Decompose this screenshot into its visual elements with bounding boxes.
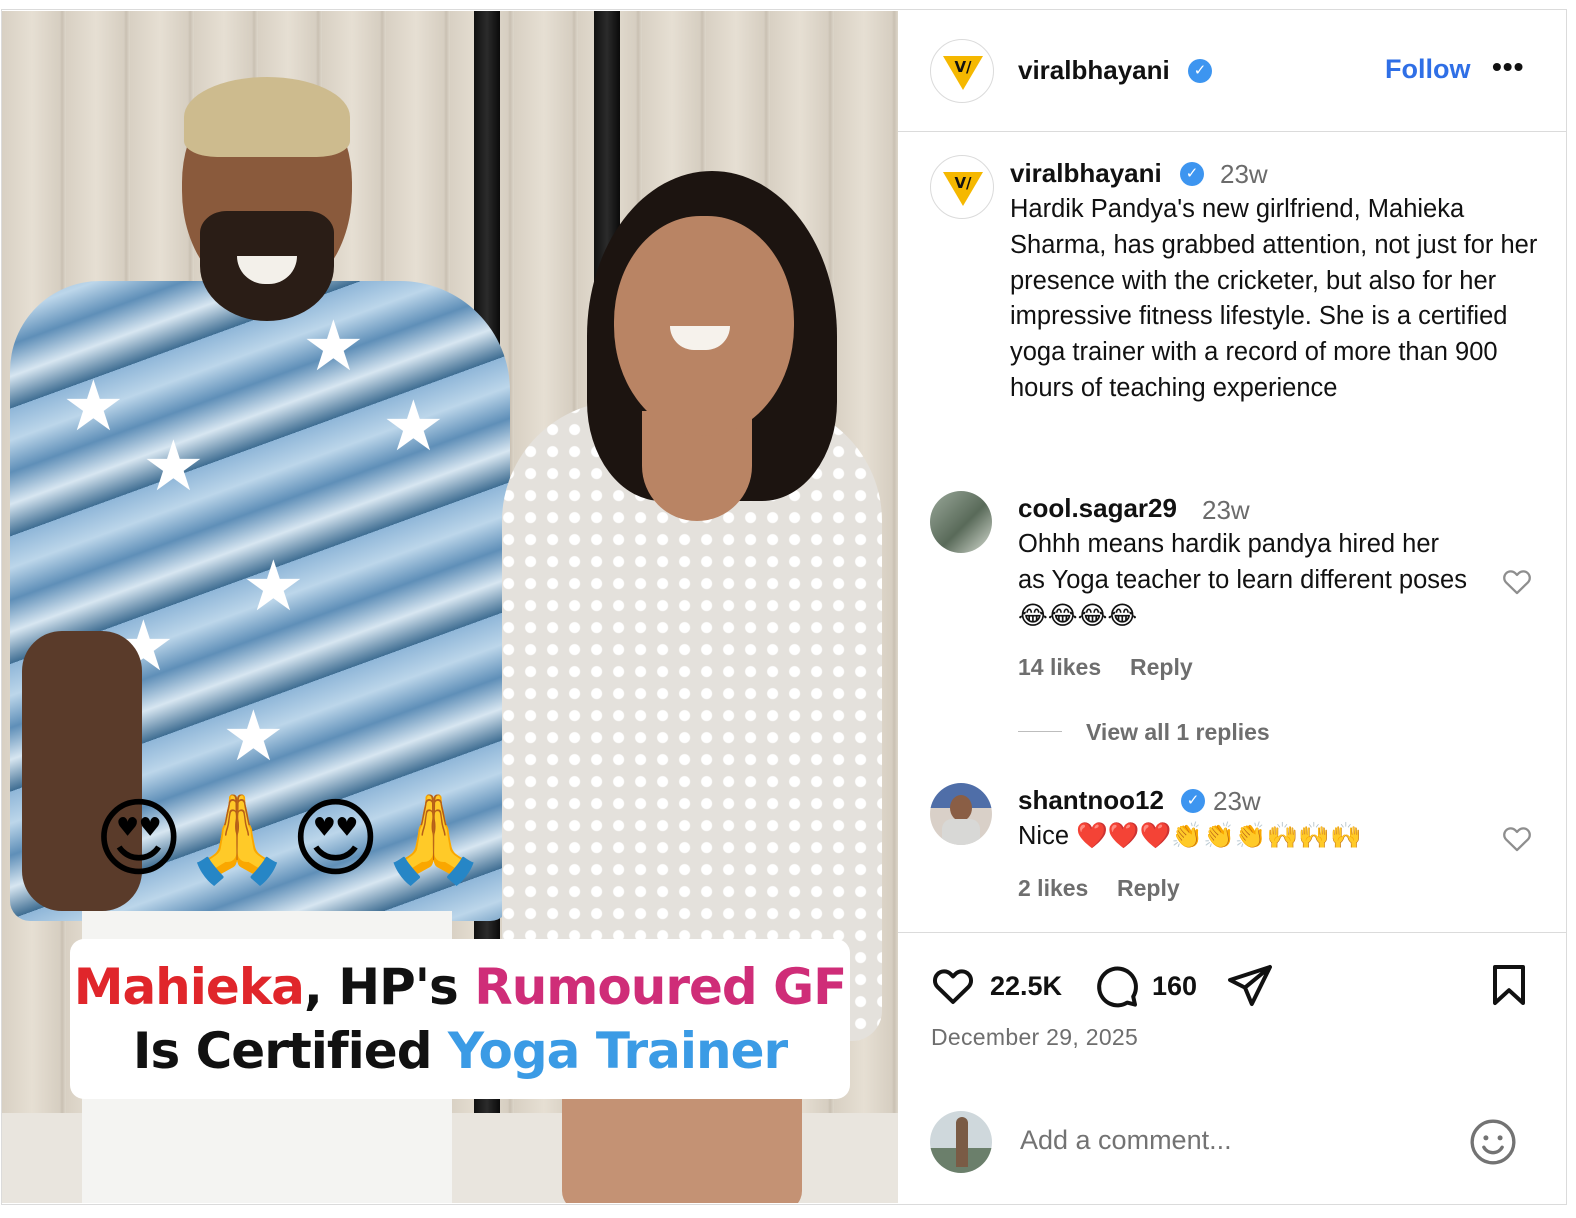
verified-badge-icon: ✓: [1188, 59, 1212, 83]
comment-likes[interactable]: 2 likes: [1018, 875, 1088, 902]
post-header: V/ viralbhayani ✓ Follow •••: [898, 11, 1566, 132]
commenter-avatar[interactable]: [930, 783, 992, 845]
shirt-star: ★: [142, 427, 205, 505]
avatar-body: [942, 819, 980, 845]
post-date[interactable]: December 29, 2025: [931, 1024, 1138, 1051]
caption-word: Rumoured GF: [474, 958, 847, 1016]
shirt-star: ★: [222, 697, 285, 775]
image-caption-line-2: Is Certified Yoga Trainer: [70, 1019, 850, 1083]
caption-word: Is Certified: [132, 1022, 448, 1080]
logo-text: V/: [954, 58, 972, 76]
overlay-emojis: 😍🙏😍🙏: [94, 791, 488, 887]
verified-badge-icon: ✓: [1181, 789, 1205, 813]
header-username[interactable]: viralbhayani: [1018, 55, 1170, 86]
comment-time[interactable]: 23w: [1202, 495, 1250, 526]
caption-author-avatar[interactable]: V/: [930, 155, 994, 219]
post-image[interactable]: ★ ★ ★ ★ ★ ★ ★ 😍🙏😍🙏 Mahieka, HP's Rumoure…: [2, 11, 898, 1203]
post-sidebar: V/ viralbhayani ✓ Follow ••• V/ viralbha…: [898, 11, 1566, 1203]
comment-like-heart-icon[interactable]: [1500, 821, 1534, 855]
shirt-star: ★: [242, 547, 305, 625]
caption-word: , HP's: [303, 958, 475, 1016]
verified-badge-icon: ✓: [1180, 162, 1204, 186]
caption-word: Yoga Trainer: [447, 1022, 788, 1080]
add-comment-input[interactable]: [1020, 1125, 1440, 1156]
emoji-icon[interactable]: [1468, 1117, 1518, 1167]
avatar-tower: [956, 1117, 968, 1167]
comment-username[interactable]: cool.sagar29: [1018, 493, 1177, 524]
reply-button[interactable]: Reply: [1117, 875, 1180, 902]
image-caption-box: Mahieka, HP's Rumoured GF Is Certified Y…: [70, 939, 850, 1099]
commenter-avatar[interactable]: [930, 491, 992, 553]
action-bar-divider: [898, 932, 1566, 933]
likes-count[interactable]: 22.5K: [990, 971, 1062, 1002]
comment-like-heart-icon[interactable]: [1500, 564, 1534, 598]
reply-button[interactable]: Reply: [1130, 654, 1193, 681]
comment-time[interactable]: 23w: [1213, 786, 1261, 817]
post-caption: Hardik Pandya's new girlfriend, Mahieka …: [1010, 195, 1538, 402]
shirt-star: ★: [302, 307, 365, 385]
more-options-icon[interactable]: •••: [1492, 51, 1524, 83]
follow-button[interactable]: Follow: [1385, 54, 1470, 85]
comment-text: Nice ❤️❤️❤️👏👏👏🙌🙌🙌: [1018, 822, 1362, 850]
shirt-star: ★: [62, 367, 125, 445]
replies-divider: [1018, 731, 1062, 732]
caption-username[interactable]: viralbhayani: [1010, 158, 1162, 189]
man-hair: [184, 77, 350, 157]
comment-username[interactable]: shantnoo12: [1018, 785, 1164, 816]
post-time[interactable]: 23w: [1220, 159, 1268, 190]
like-heart-icon[interactable]: [929, 961, 977, 1009]
comments-count[interactable]: 160: [1152, 971, 1197, 1002]
comment-likes[interactable]: 14 likes: [1018, 654, 1101, 681]
comment-text: Ohhh means hardik pandya hired her as Yo…: [1018, 530, 1467, 630]
view-replies-button[interactable]: View all 1 replies: [1086, 719, 1270, 746]
bookmark-icon[interactable]: [1485, 961, 1533, 1009]
caption-word: Mahieka: [73, 958, 305, 1016]
share-icon[interactable]: [1226, 961, 1274, 1009]
image-caption-line-1: Mahieka, HP's Rumoured GF: [70, 955, 850, 1019]
avatar-face: [950, 795, 972, 821]
logo-text: V/: [954, 174, 972, 192]
shirt-star: ★: [382, 387, 445, 465]
current-user-avatar: [930, 1111, 992, 1173]
comment-icon[interactable]: [1092, 961, 1140, 1009]
author-avatar[interactable]: V/: [930, 39, 994, 103]
